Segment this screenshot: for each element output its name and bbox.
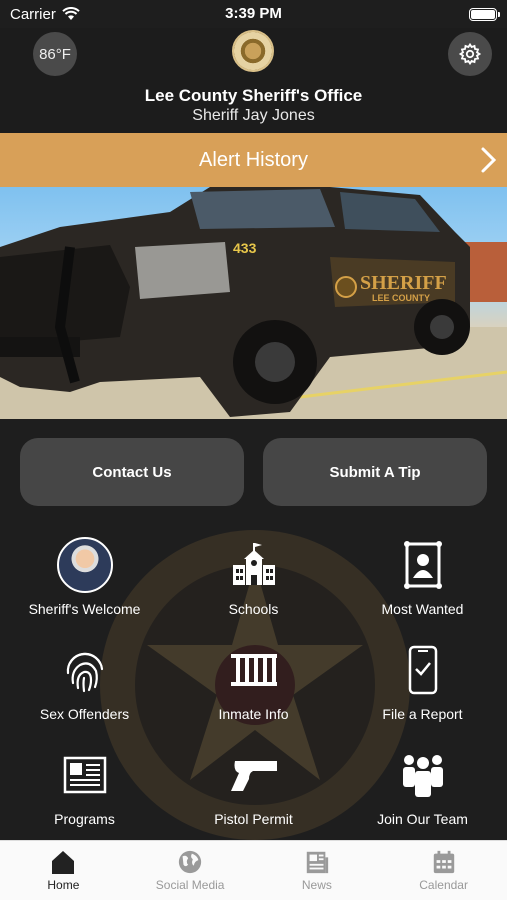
grid-item-sheriffs-welcome[interactable]: Sheriff's Welcome [0,535,169,631]
grid-item-label: Sheriff's Welcome [28,601,141,617]
grid-item-label: Most Wanted [381,601,464,617]
page-title: Lee County Sheriff's Office [144,86,363,105]
school-icon [232,543,275,585]
vehicle-unit-number: 433 [233,240,257,256]
gear-icon [458,42,482,66]
temperature-label: 86°F [39,45,71,63]
settings-button[interactable] [448,32,492,76]
grid-item-most-wanted[interactable]: Most Wanted [338,535,507,631]
grid-item-label: Schools [228,601,279,617]
news-icon [306,851,329,874]
tab-news-label: News [301,878,332,892]
grid-item-sex-offenders[interactable]: Sex Offenders [0,640,169,736]
team-icon [402,755,443,797]
grid-item-label: Pistol Permit [214,811,293,827]
submit-tip-label: Submit A Tip [329,463,421,481]
page-subtitle: Sheriff Jay Jones [192,107,315,124]
newspaper-icon [63,756,106,794]
wifi-icon [62,7,80,20]
patrol-vehicle-illustration: SHERIFF LEE COUNTY 433 [0,187,507,419]
hero-image: SHERIFF LEE COUNTY 433 [0,187,507,419]
app-header: 86°F Lee County Sheriff's Office Sheriff… [0,28,507,133]
grid-item-join-team[interactable]: Join Our Team [338,745,507,841]
status-bar: Carrier [0,0,507,28]
tab-calendar[interactable]: Calendar [380,841,507,900]
submit-tip-button[interactable]: Submit A Tip [263,438,487,506]
action-buttons: Contact Us Submit A Tip [20,438,487,506]
alert-history-label: Alert History [199,148,308,171]
contact-us-label: Contact Us [92,463,172,481]
grid-item-inmate-info[interactable]: Inmate Info [169,640,338,736]
grid-item-programs[interactable]: Programs [0,745,169,841]
battery-icon [469,7,500,21]
grid-item-pistol-permit[interactable]: Pistol Permit [169,745,338,841]
tab-social-media-label: Social Media [155,878,225,892]
tab-bar: Home Social Media News Calendar [0,840,507,900]
vehicle-sheriff-text: SHERIFF [360,272,447,294]
tab-calendar-label: Calendar [419,878,468,892]
grid-item-label: Programs [54,811,115,827]
tab-news[interactable]: News [254,841,381,900]
grid-item-label: Inmate Info [218,706,289,722]
calendar-icon [433,850,454,874]
sheriff-badge-logo [232,30,274,72]
most-wanted-icon [403,541,442,589]
phone-check-icon [408,645,437,695]
home-icon [52,851,75,874]
contact-us-button[interactable]: Contact Us [20,438,244,506]
vehicle-county-text: LEE COUNTY [372,293,430,303]
tab-home-label: Home [47,878,80,892]
grid-item-label: Join Our Team [377,811,468,827]
fingerprint-icon [66,652,103,693]
grid-item-schools[interactable]: Schools [169,535,338,631]
weather-button[interactable]: 86°F [33,32,77,76]
carrier-label: Carrier [10,5,56,23]
alert-history-button[interactable]: Alert History [0,133,507,187]
grid-item-file-report[interactable]: File a Report [338,640,507,736]
tab-social-media[interactable]: Social Media [127,841,254,900]
chevron-right-icon [481,147,497,173]
globe-icon [178,850,202,874]
tab-home[interactable]: Home [0,841,127,900]
grid-item-label: File a Report [382,706,463,722]
sheriff-avatar [56,537,113,593]
pistol-icon [230,761,277,791]
grid-item-label: Sex Offenders [39,706,130,722]
jail-cell-icon [230,654,277,686]
